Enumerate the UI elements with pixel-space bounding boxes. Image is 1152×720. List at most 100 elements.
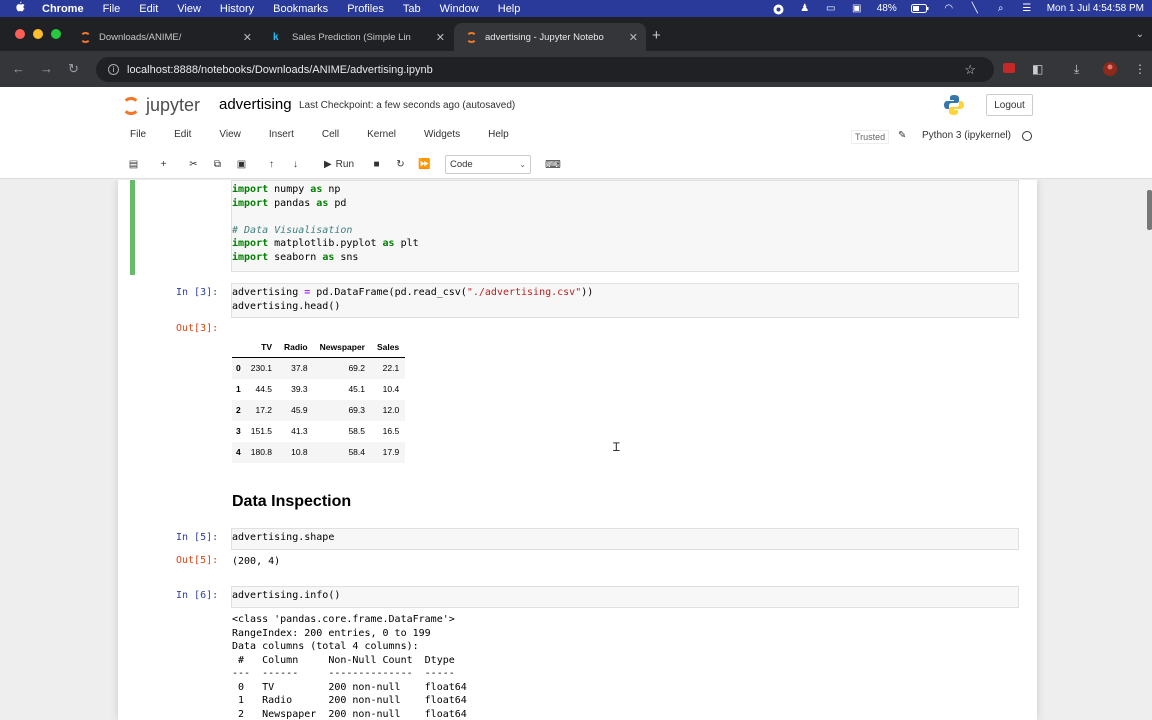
move-up-icon[interactable]: ↑: [260, 154, 283, 174]
control-center-icon[interactable]: ☰: [1021, 3, 1033, 14]
bookmark-star-icon[interactable]: ☆: [964, 62, 976, 78]
menu-edit[interactable]: Edit: [139, 3, 158, 15]
cut-icon[interactable]: ✂: [182, 154, 205, 174]
nb-menu-insert[interactable]: Insert: [269, 129, 294, 145]
nb-menu-cell[interactable]: Cell: [322, 129, 339, 145]
kaggle-favicon-icon: k: [273, 31, 279, 43]
close-tab-icon[interactable]: ✕: [243, 31, 252, 44]
table-cell: 45.1: [348, 384, 365, 394]
slash-icon[interactable]: ╲: [969, 3, 981, 14]
interrupt-kernel-icon[interactable]: ■: [365, 154, 388, 174]
nb-menu-edit[interactable]: Edit: [174, 129, 191, 145]
insert-cell-below-icon[interactable]: +: [152, 154, 175, 174]
menu-window[interactable]: Window: [440, 3, 479, 15]
output-line: <class 'pandas.core.frame.DataFrame'>: [232, 614, 455, 625]
table-cell: 12.0: [371, 399, 406, 421]
notebook-name[interactable]: advertising: [219, 96, 292, 113]
move-down-icon[interactable]: ↓: [284, 154, 307, 174]
menu-chrome[interactable]: Chrome: [42, 3, 84, 15]
zoom-window-button[interactable]: [51, 29, 61, 39]
code-imports[interactable]: import numpy as np import pandas as pd #…: [232, 183, 419, 264]
site-info-icon[interactable]: i: [108, 64, 119, 75]
kernel-name[interactable]: Python 3 (ipykernel): [922, 130, 1011, 141]
output-line: # Column Non-Null Count Dtype: [232, 654, 467, 666]
code-comment: # Data Visualisation: [232, 224, 353, 236]
output-line: --- ------ -------------- -----: [232, 668, 467, 679]
extension-red-icon[interactable]: [1003, 62, 1015, 76]
page-scrollbar[interactable]: [1147, 190, 1152, 230]
restart-kernel-icon[interactable]: ↻: [389, 154, 412, 174]
notebook-area: import numpy as np import pandas as pd #…: [0, 180, 1152, 720]
code-input-area[interactable]: [231, 586, 1019, 608]
wifi-icon[interactable]: ◠: [943, 3, 955, 14]
address-bar[interactable]: i localhost:8888/notebooks/Downloads/ANI…: [96, 57, 994, 82]
minimize-window-button[interactable]: [33, 29, 43, 39]
cell-type-select[interactable]: Code ⌄: [445, 154, 531, 174]
menu-history[interactable]: History: [220, 3, 254, 15]
browser-tab-downloads[interactable]: Downloads/ANIME/ ✕: [68, 23, 260, 51]
section-heading[interactable]: Data Inspection: [232, 493, 351, 511]
menu-help[interactable]: Help: [498, 3, 521, 15]
menu-view[interactable]: View: [177, 3, 201, 15]
close-tab-icon[interactable]: ✕: [629, 31, 638, 44]
browser-tab-sales-prediction[interactable]: k Sales Prediction (Simple Lin ✕: [261, 23, 453, 51]
search-icon[interactable]: ⌕: [995, 3, 1007, 14]
table-cell: 17.2: [244, 399, 279, 421]
menubar-clock[interactable]: Mon 1 Jul 4:54:58 PM: [1047, 3, 1144, 14]
table-row: 4 180.8 10.8 58.4 17.9: [232, 441, 406, 463]
table-cell: 151.5: [250, 426, 273, 436]
back-icon[interactable]: ←: [12, 61, 25, 76]
close-window-button[interactable]: [15, 29, 25, 39]
column-header: Newspaper: [313, 337, 371, 358]
menu-tab[interactable]: Tab: [403, 3, 421, 15]
code-shape[interactable]: advertising.shape: [232, 531, 334, 545]
row-index: 4: [232, 441, 245, 463]
output-line: RangeIndex: 200 entries, 0 to 199: [232, 627, 431, 639]
save-icon[interactable]: ▤: [122, 154, 145, 174]
browser-menu-icon[interactable]: ⋮: [1134, 62, 1146, 76]
tab-search-icon[interactable]: ⌄: [1136, 29, 1144, 40]
nb-menu-view[interactable]: View: [219, 129, 241, 145]
tab-title: Downloads/ANIME/: [99, 31, 182, 43]
logout-button[interactable]: Logout: [986, 94, 1033, 116]
new-tab-icon[interactable]: +: [652, 27, 661, 44]
menu-bookmarks[interactable]: Bookmarks: [273, 3, 328, 15]
command-palette-icon[interactable]: ⌨: [545, 158, 561, 171]
close-tab-icon[interactable]: ✕: [436, 31, 445, 44]
table-row: 1 44.5 39.3 45.1 10.4: [232, 379, 405, 400]
nb-menu-widgets[interactable]: Widgets: [424, 129, 460, 145]
keyboard-icon[interactable]: ▭: [825, 3, 837, 14]
screen-icon[interactable]: ▣: [851, 3, 863, 14]
code-input-area[interactable]: [231, 528, 1019, 550]
trusted-indicator[interactable]: Trusted: [851, 130, 890, 144]
jupyter-logo[interactable]: jupyter: [122, 95, 200, 116]
menu-file[interactable]: File: [103, 3, 121, 15]
profile-avatar-icon[interactable]: [1103, 62, 1117, 79]
url-text[interactable]: localhost:8888/notebooks/Downloads/ANIME…: [127, 64, 433, 76]
battery-icon[interactable]: [910, 3, 929, 14]
run-button[interactable]: ▶ Run: [314, 154, 364, 174]
person-icon[interactable]: ♟: [799, 3, 811, 14]
forward-icon[interactable]: →: [40, 61, 53, 76]
column-header: [232, 337, 245, 358]
nb-menu-help[interactable]: Help: [488, 129, 509, 145]
jupyter-logo-icon: [122, 96, 140, 115]
restart-run-all-icon[interactable]: ⏩: [413, 154, 436, 174]
reload-icon[interactable]: ↻: [68, 61, 79, 77]
download-icon[interactable]: ⤓: [1074, 62, 1079, 77]
apple-icon[interactable]: [14, 1, 28, 16]
table-row: 2 17.2 45.9 69.3 12.0: [232, 399, 406, 421]
copy-icon[interactable]: ⧉: [206, 154, 229, 174]
column-header: TV: [244, 337, 279, 358]
extensions-puzzle-icon[interactable]: ◧: [1032, 62, 1043, 76]
browser-tab-advertising[interactable]: advertising - Jupyter Notebo ✕: [454, 23, 646, 51]
menubar-status-area: ♟ ▭ ▣ 48% ◠ ╲ ⌕ ☰ Mon 1 Jul 4:54:58 PM: [773, 0, 1144, 17]
nb-menu-kernel[interactable]: Kernel: [367, 129, 396, 145]
record-icon[interactable]: [773, 4, 785, 14]
menu-profiles[interactable]: Profiles: [347, 3, 384, 15]
paste-icon[interactable]: ▣: [230, 154, 253, 174]
nb-menu-file[interactable]: File: [130, 129, 146, 145]
table-cell: 180.8: [244, 441, 279, 463]
code-info[interactable]: advertising.info(): [232, 589, 340, 603]
code-read-csv[interactable]: advertising = pd.DataFrame(pd.read_csv("…: [232, 286, 593, 313]
